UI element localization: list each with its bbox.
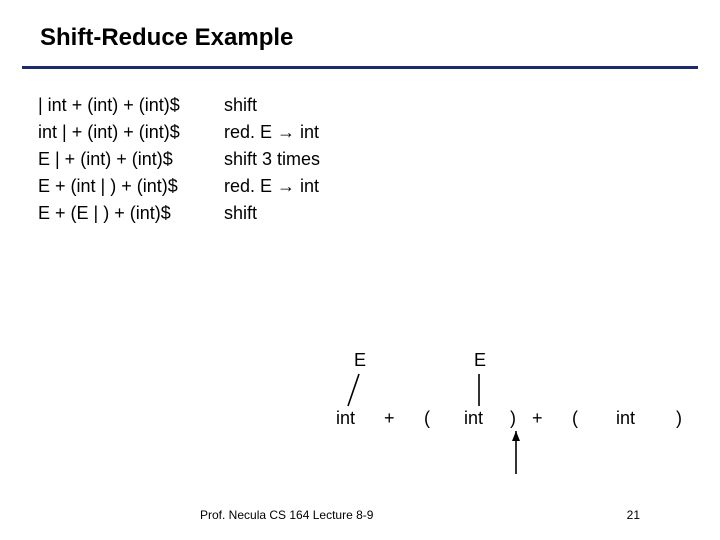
slide-number: 21: [627, 508, 640, 522]
tree-token: (: [424, 408, 430, 429]
step-action: shift: [224, 92, 320, 119]
step-action: shift 3 times: [224, 146, 320, 173]
step-config: E | + (int) + (int)$: [38, 146, 224, 173]
tree-token: +: [532, 408, 543, 429]
step-config: | int + (int) + (int)$: [38, 92, 224, 119]
parse-steps: | int + (int) + (int)$ shift int | + (in…: [38, 92, 320, 227]
step-action: shift: [224, 200, 320, 227]
step-config: int | + (int) + (int)$: [38, 119, 224, 146]
tree-token: int: [336, 408, 355, 429]
tree-node-E2: E: [474, 350, 486, 371]
tree-token: int: [464, 408, 483, 429]
tree-token: (: [572, 408, 578, 429]
step-config: E + (E | ) + (int)$: [38, 200, 224, 227]
step-action: red. E → int: [224, 173, 320, 200]
tree-token: ): [676, 408, 682, 429]
tree-node-E1: E: [354, 350, 366, 371]
slide-title: Shift-Reduce Example: [0, 0, 720, 52]
title-underline: [22, 66, 698, 69]
tree-token: ): [510, 408, 516, 429]
parse-tree: E E int + ( int ) + ( int ): [336, 348, 716, 478]
footer-author: Prof. Necula CS 164 Lecture 8-9: [200, 508, 373, 522]
tree-token: int: [616, 408, 635, 429]
step-config: E + (int | ) + (int)$: [38, 173, 224, 200]
step-action: red. E → int: [224, 119, 320, 146]
tree-token: +: [384, 408, 395, 429]
